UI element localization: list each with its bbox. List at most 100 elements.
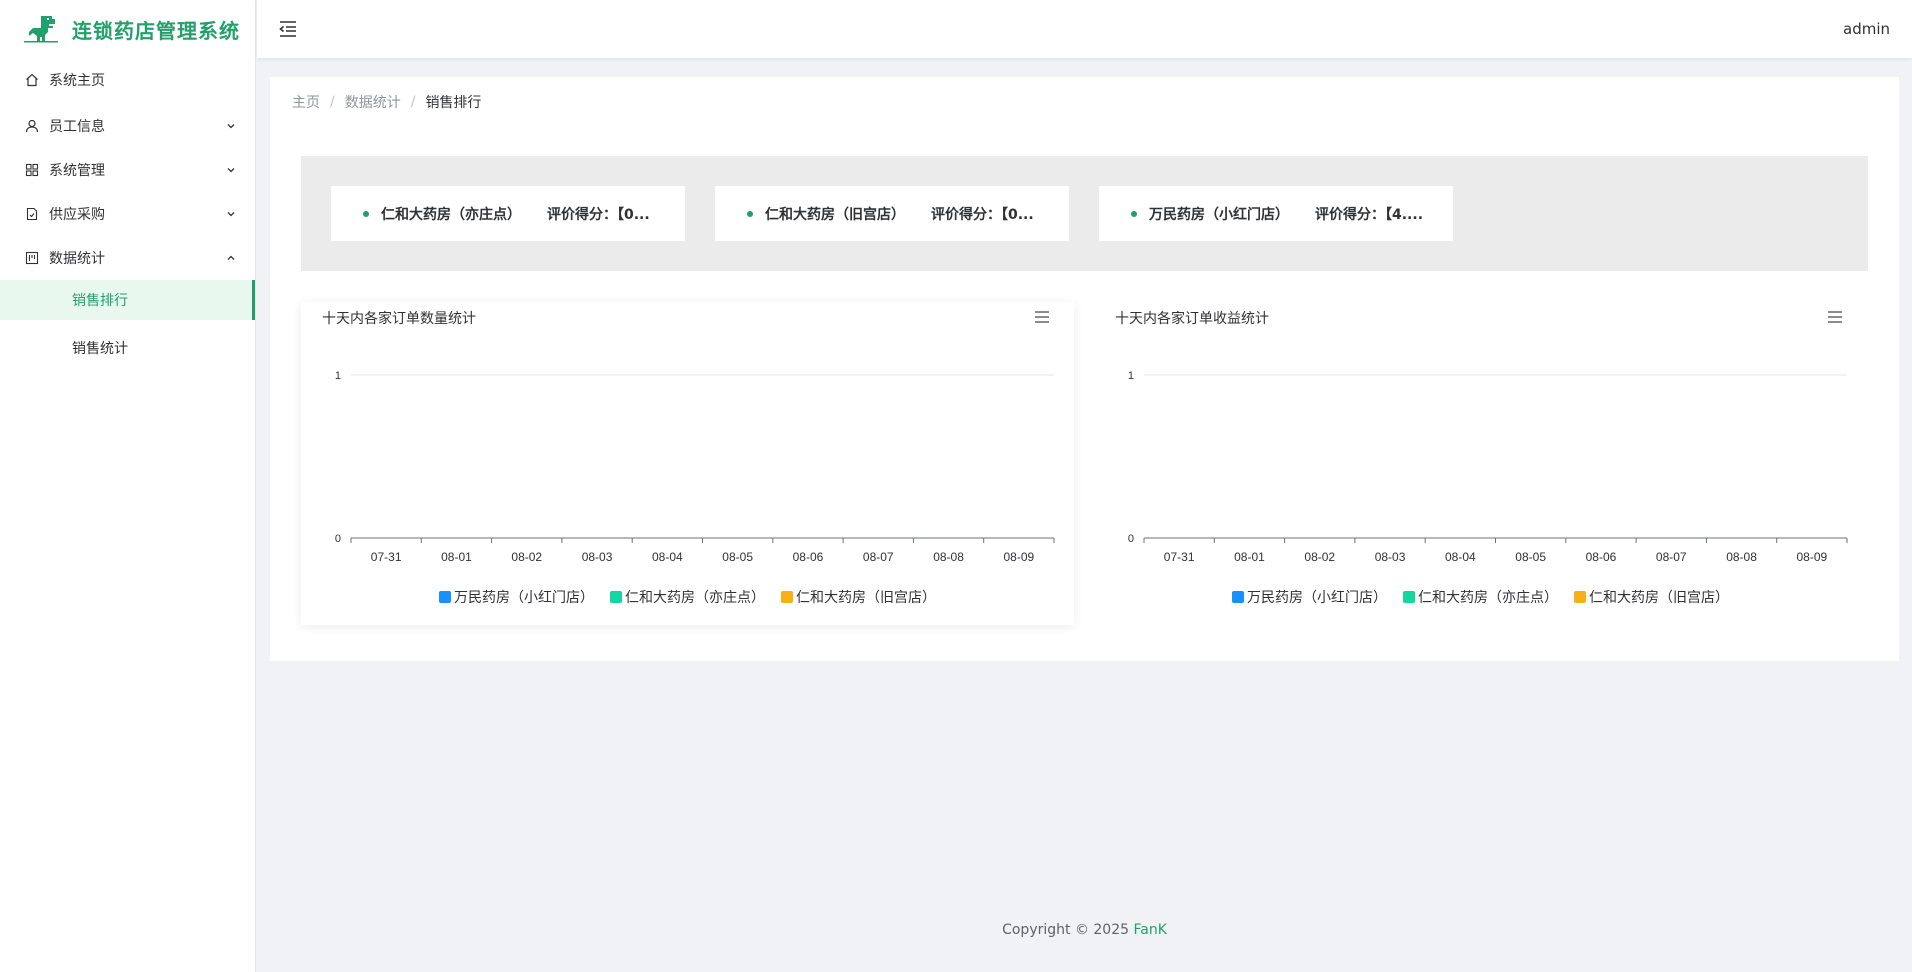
logo[interactable]: 连锁药店管理系统 <box>0 0 255 58</box>
x-tick-label: 08-01 <box>441 550 472 564</box>
y-tick-label: 0 <box>335 533 341 545</box>
legend-label: 万民药房（小红门店） <box>454 590 594 606</box>
bullet-dot <box>747 210 753 217</box>
home-icon <box>24 72 40 88</box>
sidebar-item-system[interactable]: 系统管理 <box>0 148 255 192</box>
legend-swatch <box>1403 591 1415 603</box>
x-tick-label: 08-09 <box>1796 550 1827 564</box>
breadcrumb-current: 销售排行 <box>425 95 482 111</box>
sidebar-item-label: 系统管理 <box>49 163 105 179</box>
x-tick-label: 08-02 <box>511 550 542 564</box>
legend-item[interactable]: 仁和大药房（亦庄点） <box>610 587 765 607</box>
sidebar-item-label: 系统主页 <box>49 73 105 89</box>
sidebar-item-label: 数据统计 <box>49 251 105 267</box>
document-icon <box>24 206 40 222</box>
legend-item[interactable]: 万民药房（小红门店） <box>439 587 594 607</box>
ranking-panel: 仁和大药房（亦庄点） 评价得分：【0... 仁和大药房（旧宫店） 评价得分：【0… <box>301 156 1868 271</box>
x-tick-label: 08-05 <box>1515 550 1546 564</box>
x-tick-label: 08-06 <box>793 550 824 564</box>
chart-card-order-count: 0 1 07-31 08-01 08-02 08-03 08-04 08-05 08-06 08-… <box>301 302 1074 625</box>
legend-item[interactable]: 仁和大药房（旧宫店） <box>1574 587 1729 607</box>
sidebar-item-statistics[interactable]: 数据统计 <box>0 236 255 280</box>
x-tick-label: 08-02 <box>1304 550 1335 564</box>
x-tick-label: 08-05 <box>722 550 753 564</box>
chart-legend: 万民药房（小红门店） 仁和大药房（亦庄点） 仁和大药房（旧宫店） <box>301 587 1074 607</box>
bullet-dot <box>363 210 369 217</box>
x-tick-label: 08-04 <box>1445 550 1476 564</box>
breadcrumb-statistics[interactable]: 数据统计 <box>345 92 401 112</box>
legend-label: 仁和大药房（亦庄点） <box>1418 590 1558 606</box>
legend-label: 仁和大药房（旧宫店） <box>796 590 936 606</box>
legend-swatch <box>610 591 622 603</box>
footer: Copyright © 2025 FanK <box>257 922 1912 938</box>
dinosaur-logo-icon <box>24 16 58 43</box>
y-tick-label: 0 <box>1128 533 1134 545</box>
ranking-store: 万民药房（小红门店） <box>1149 206 1289 223</box>
ranking-store: 仁和大药房（亦庄点） <box>381 206 521 223</box>
breadcrumb: 主页 / 数据统计 / 销售排行 <box>292 92 481 112</box>
legend-swatch <box>439 591 451 603</box>
breadcrumb-home[interactable]: 主页 <box>292 92 320 112</box>
legend-label: 仁和大药房（亦庄点） <box>625 590 765 606</box>
menu-collapse-icon[interactable] <box>277 18 299 40</box>
x-tick-label: 08-07 <box>863 550 894 564</box>
sidebar-item-label: 供应采购 <box>49 207 105 223</box>
ranking-score: 评价得分：【0... <box>931 206 1034 223</box>
x-tick-label: 08-08 <box>933 550 964 564</box>
breadcrumb-separator: / <box>410 94 416 110</box>
x-tick-label: 08-08 <box>1726 550 1757 564</box>
breadcrumb-separator: / <box>330 94 335 110</box>
bullet-dot <box>1131 210 1137 217</box>
x-tick-label: 08-09 <box>1003 550 1034 564</box>
user-icon <box>24 118 40 134</box>
ranking-card: 仁和大药房（旧宫店） 评价得分：【0... <box>715 186 1069 241</box>
legend-swatch <box>1574 591 1586 603</box>
ranking-store: 仁和大药房（旧宫店） <box>765 206 905 223</box>
x-tick-label: 08-04 <box>652 550 683 564</box>
footer-brand-link[interactable]: FanK <box>1133 922 1166 938</box>
y-tick-label: 1 <box>1128 370 1134 382</box>
content-card: 主页 / 数据统计 / 销售排行 仁和大药房（亦庄点） 评价得分：【0... 仁… <box>270 77 1899 661</box>
order-count-chart: 0 1 07-31 08-01 08-02 08-03 08-04 08-05 08-06 08-… <box>335 370 1055 564</box>
x-tick-label: 08-03 <box>582 550 613 564</box>
chevron-down-icon <box>227 168 235 173</box>
legend-label: 万民药房（小红门店） <box>1247 590 1387 606</box>
top-header: admin <box>257 0 1912 58</box>
sidebar-item-label: 员工信息 <box>49 119 105 135</box>
ranking-card: 仁和大药房（亦庄点） 评价得分：【0... <box>331 186 685 241</box>
y-tick-label: 1 <box>335 370 341 382</box>
chart-menu-icon[interactable] <box>1034 310 1050 324</box>
x-tick-label: 07-31 <box>1164 550 1195 564</box>
legend-item[interactable]: 仁和大药房（旧宫店） <box>781 587 936 607</box>
chevron-up-icon <box>227 255 235 260</box>
ranking-card: 万民药房（小红门店） 评价得分：【4.... <box>1099 186 1453 241</box>
user-name[interactable]: admin <box>1843 20 1890 38</box>
sidebar-item-home[interactable]: 系统主页 <box>0 58 255 102</box>
chart-icon <box>24 250 40 266</box>
chart-menu-icon[interactable] <box>1827 310 1843 324</box>
ranking-score: 评价得分：【4.... <box>1315 206 1424 223</box>
x-tick-label: 08-01 <box>1234 550 1265 564</box>
legend-item[interactable]: 仁和大药房（亦庄点） <box>1403 587 1558 607</box>
legend-label: 仁和大药房（旧宫店） <box>1589 590 1729 606</box>
x-tick-label: 08-03 <box>1375 550 1406 564</box>
app-title: 连锁药店管理系统 <box>72 18 240 43</box>
x-tick-label: 07-31 <box>371 550 402 564</box>
sidebar-item-staff[interactable]: 员工信息 <box>0 104 255 148</box>
x-tick-label: 08-06 <box>1586 550 1617 564</box>
ranking-score: 评价得分：【0... <box>547 206 650 223</box>
sidebar-item-supply[interactable]: 供应采购 <box>0 192 255 236</box>
legend-item[interactable]: 万民药房（小红门店） <box>1232 587 1387 607</box>
order-revenue-chart: 0 1 07-31 08-01 08-02 08-03 08-04 08-05 08-06 08-… <box>1128 370 1848 564</box>
chart-card-order-revenue: 0 1 07-31 08-01 08-02 08-03 08-04 08-05 08-06 08-… <box>1094 302 1867 625</box>
chart-title: 十天内各家订单数量统计 <box>322 311 476 327</box>
sidebar: 连锁药店管理系统 系统主页 员工信息 系统管理 供应采购 数据统计 销售排行 销… <box>0 0 256 972</box>
chart-legend: 万民药房（小红门店） 仁和大药房（亦庄点） 仁和大药房（旧宫店） <box>1094 587 1867 607</box>
sidebar-subitem-sales-ranking[interactable]: 销售排行 <box>0 280 255 320</box>
sidebar-subitem-sales-statistics[interactable]: 销售统计 <box>0 320 255 376</box>
chevron-down-icon <box>227 212 235 217</box>
chart-title: 十天内各家订单收益统计 <box>1115 311 1269 327</box>
legend-swatch <box>1232 591 1244 603</box>
x-tick-label: 08-07 <box>1656 550 1687 564</box>
chevron-down-icon <box>227 124 235 129</box>
